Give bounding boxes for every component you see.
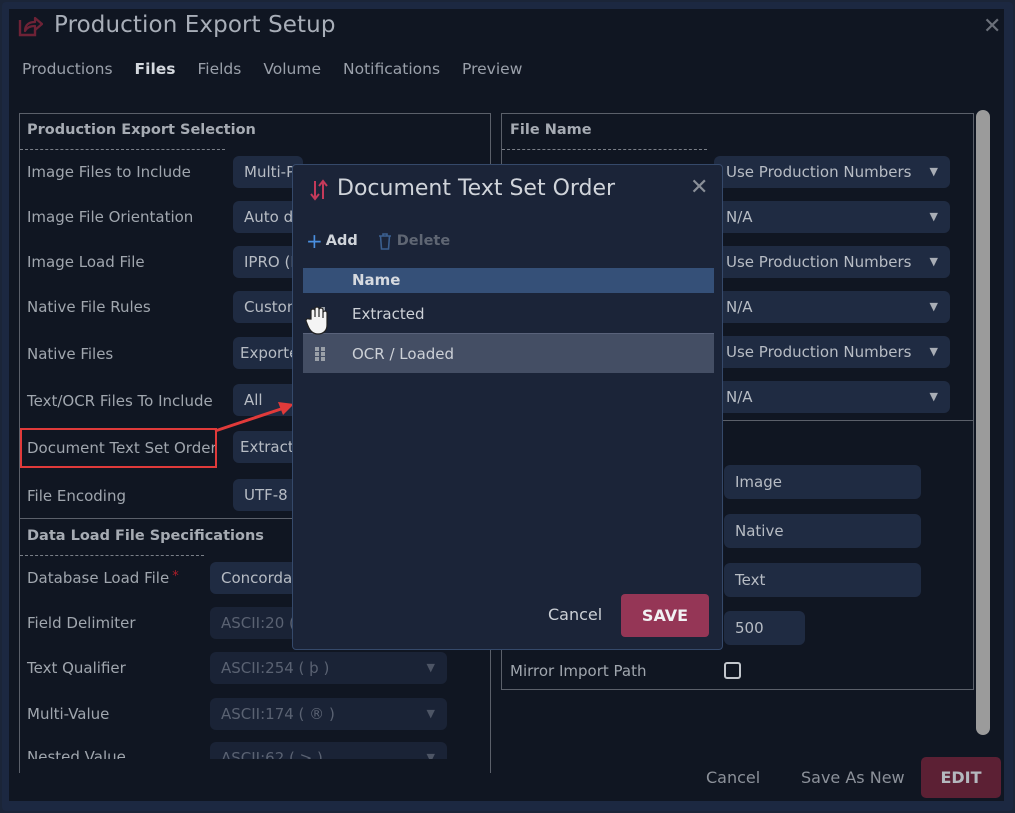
text-qualifier-value: ASCII:254 ( þ ) <box>221 659 330 677</box>
dialog-title: Production Export Setup <box>54 12 336 38</box>
label-image-files: Image Files to Include <box>27 163 191 181</box>
trash-icon <box>378 232 391 250</box>
dropdown-value: Use Production Numbers <box>726 343 912 361</box>
tab-fields[interactable]: Fields <box>198 60 242 78</box>
field-delimiter-select: ASCII:20 ( <box>210 607 300 639</box>
plus-icon: + <box>306 229 323 253</box>
modal-save-button[interactable]: SAVE <box>621 594 709 637</box>
dropdown-value: N/A <box>726 208 753 226</box>
chevron-down-icon: ▼ <box>929 300 938 313</box>
nested-value-row-clipped: Nested Value ASCII:62 ( > ) ▼ <box>20 742 490 759</box>
label-text-qualifier: Text Qualifier <box>27 659 126 677</box>
tab-volume[interactable]: Volume <box>263 60 321 78</box>
annotation-arrow <box>214 402 294 433</box>
file-name-dropdown-4[interactable]: N/A ▼ <box>714 291 950 323</box>
document-text-set-order-modal: Document Text Set Order ✕ + Add Delete N… <box>292 164 723 650</box>
tab-preview[interactable]: Preview <box>462 60 522 78</box>
dropdown-value: N/A <box>726 298 753 316</box>
sort-order-icon <box>310 179 328 201</box>
file-name-dropdown-3[interactable]: Use Production Numbers ▼ <box>714 246 950 278</box>
label-image-file-orientation: Image File Orientation <box>27 208 194 226</box>
file-name-dropdown-1[interactable]: Use Production Numbers ▼ <box>714 156 950 188</box>
label-native-file-rules: Native File Rules <box>27 298 151 316</box>
tab-productions[interactable]: Productions <box>22 60 113 78</box>
label-text-ocr-files: Text/OCR Files To Include <box>27 392 213 410</box>
nested-value-select: ASCII:62 ( > ) ▼ <box>210 742 447 759</box>
chevron-down-icon: ▼ <box>929 165 938 178</box>
delete-label: Delete <box>396 233 451 249</box>
label-mirror-import-path: Mirror Import Path <box>510 662 647 680</box>
max-files-input[interactable]: 500 <box>724 611 805 645</box>
chevron-down-icon: ▼ <box>426 751 435 759</box>
section-divider <box>502 149 707 150</box>
modal-toolbar: + Add Delete <box>306 231 470 251</box>
grid-header-name[interactable]: Name <box>303 268 714 293</box>
modal-cancel-button[interactable]: Cancel <box>548 605 602 624</box>
list-item-selected[interactable]: OCR / Loaded <box>303 333 714 373</box>
file-name-dropdown-2[interactable]: N/A ▼ <box>714 201 950 233</box>
chevron-down-icon: ▼ <box>426 707 435 720</box>
section-title-file-name: File Name <box>510 122 592 138</box>
label-field-delimiter: Field Delimiter <box>27 614 136 632</box>
dropdown-value: Use Production Numbers <box>726 163 912 181</box>
nested-value-value: ASCII:62 ( > ) <box>221 749 323 759</box>
database-load-file-select[interactable]: Concordan <box>210 562 300 594</box>
section-divider <box>20 149 225 150</box>
annotation-highlight-box <box>20 428 217 468</box>
cancel-button[interactable]: Cancel <box>706 768 760 787</box>
file-name-dropdown-6[interactable]: N/A ▼ <box>714 381 950 413</box>
mirror-import-path-checkbox[interactable] <box>724 662 741 679</box>
file-name-dropdown-5[interactable]: Use Production Numbers ▼ <box>714 336 950 368</box>
label-text: Database Load File <box>27 569 170 587</box>
tab-bar: Productions Files Fields Volume Notifica… <box>22 60 544 78</box>
multi-value-select: ASCII:174 ( ® ) ▼ <box>210 698 447 730</box>
text-qualifier-select: ASCII:254 ( þ ) ▼ <box>210 652 447 684</box>
edit-button[interactable]: EDIT <box>921 757 1001 798</box>
grab-cursor-icon <box>305 306 328 335</box>
chevron-down-icon: ▼ <box>929 210 938 223</box>
dropdown-value: N/A <box>726 388 753 406</box>
list-item-label: OCR / Loaded <box>352 345 455 363</box>
export-share-icon <box>18 16 43 37</box>
chevron-down-icon: ▼ <box>929 345 938 358</box>
image-folder-input[interactable]: Image <box>724 465 921 499</box>
section-title-data-load-file: Data Load File Specifications <box>27 528 264 544</box>
list-item-label: Extracted <box>352 305 425 323</box>
text-folder-input[interactable]: Text <box>724 563 921 597</box>
list-item[interactable]: Extracted <box>303 294 714 334</box>
delete-button[interactable]: Delete <box>378 232 451 250</box>
label-file-encoding: File Encoding <box>27 487 126 505</box>
chevron-down-icon: ▼ <box>426 661 435 674</box>
chevron-down-icon: ▼ <box>929 390 938 403</box>
label-database-load-file: Database Load File * <box>27 569 179 587</box>
modal-title: Document Text Set Order <box>337 176 616 201</box>
multi-value-value: ASCII:174 ( ® ) <box>221 705 335 723</box>
required-marker: * <box>172 569 179 584</box>
chevron-down-icon: ▼ <box>929 255 938 268</box>
add-label: Add <box>325 233 358 249</box>
section-title-production-export-selection: Production Export Selection <box>27 122 256 138</box>
save-as-new-button[interactable]: Save As New <box>801 768 905 787</box>
tab-notifications[interactable]: Notifications <box>343 60 440 78</box>
label-nested-value: Nested Value <box>27 748 126 759</box>
scrollbar-thumb[interactable] <box>976 110 990 735</box>
close-icon[interactable]: ✕ <box>983 14 1001 39</box>
tab-files[interactable]: Files <box>135 60 176 78</box>
label-multi-value: Multi-Value <box>27 705 110 723</box>
native-folder-input[interactable]: Native <box>724 514 921 548</box>
modal-close-icon[interactable]: ✕ <box>690 175 708 200</box>
add-button[interactable]: + Add <box>306 231 358 251</box>
label-image-load-file: Image Load File <box>27 253 145 271</box>
drag-handle-icon[interactable] <box>315 347 326 361</box>
dropdown-value: Use Production Numbers <box>726 253 912 271</box>
label-native-files: Native Files <box>27 345 114 363</box>
section-divider <box>20 555 204 556</box>
